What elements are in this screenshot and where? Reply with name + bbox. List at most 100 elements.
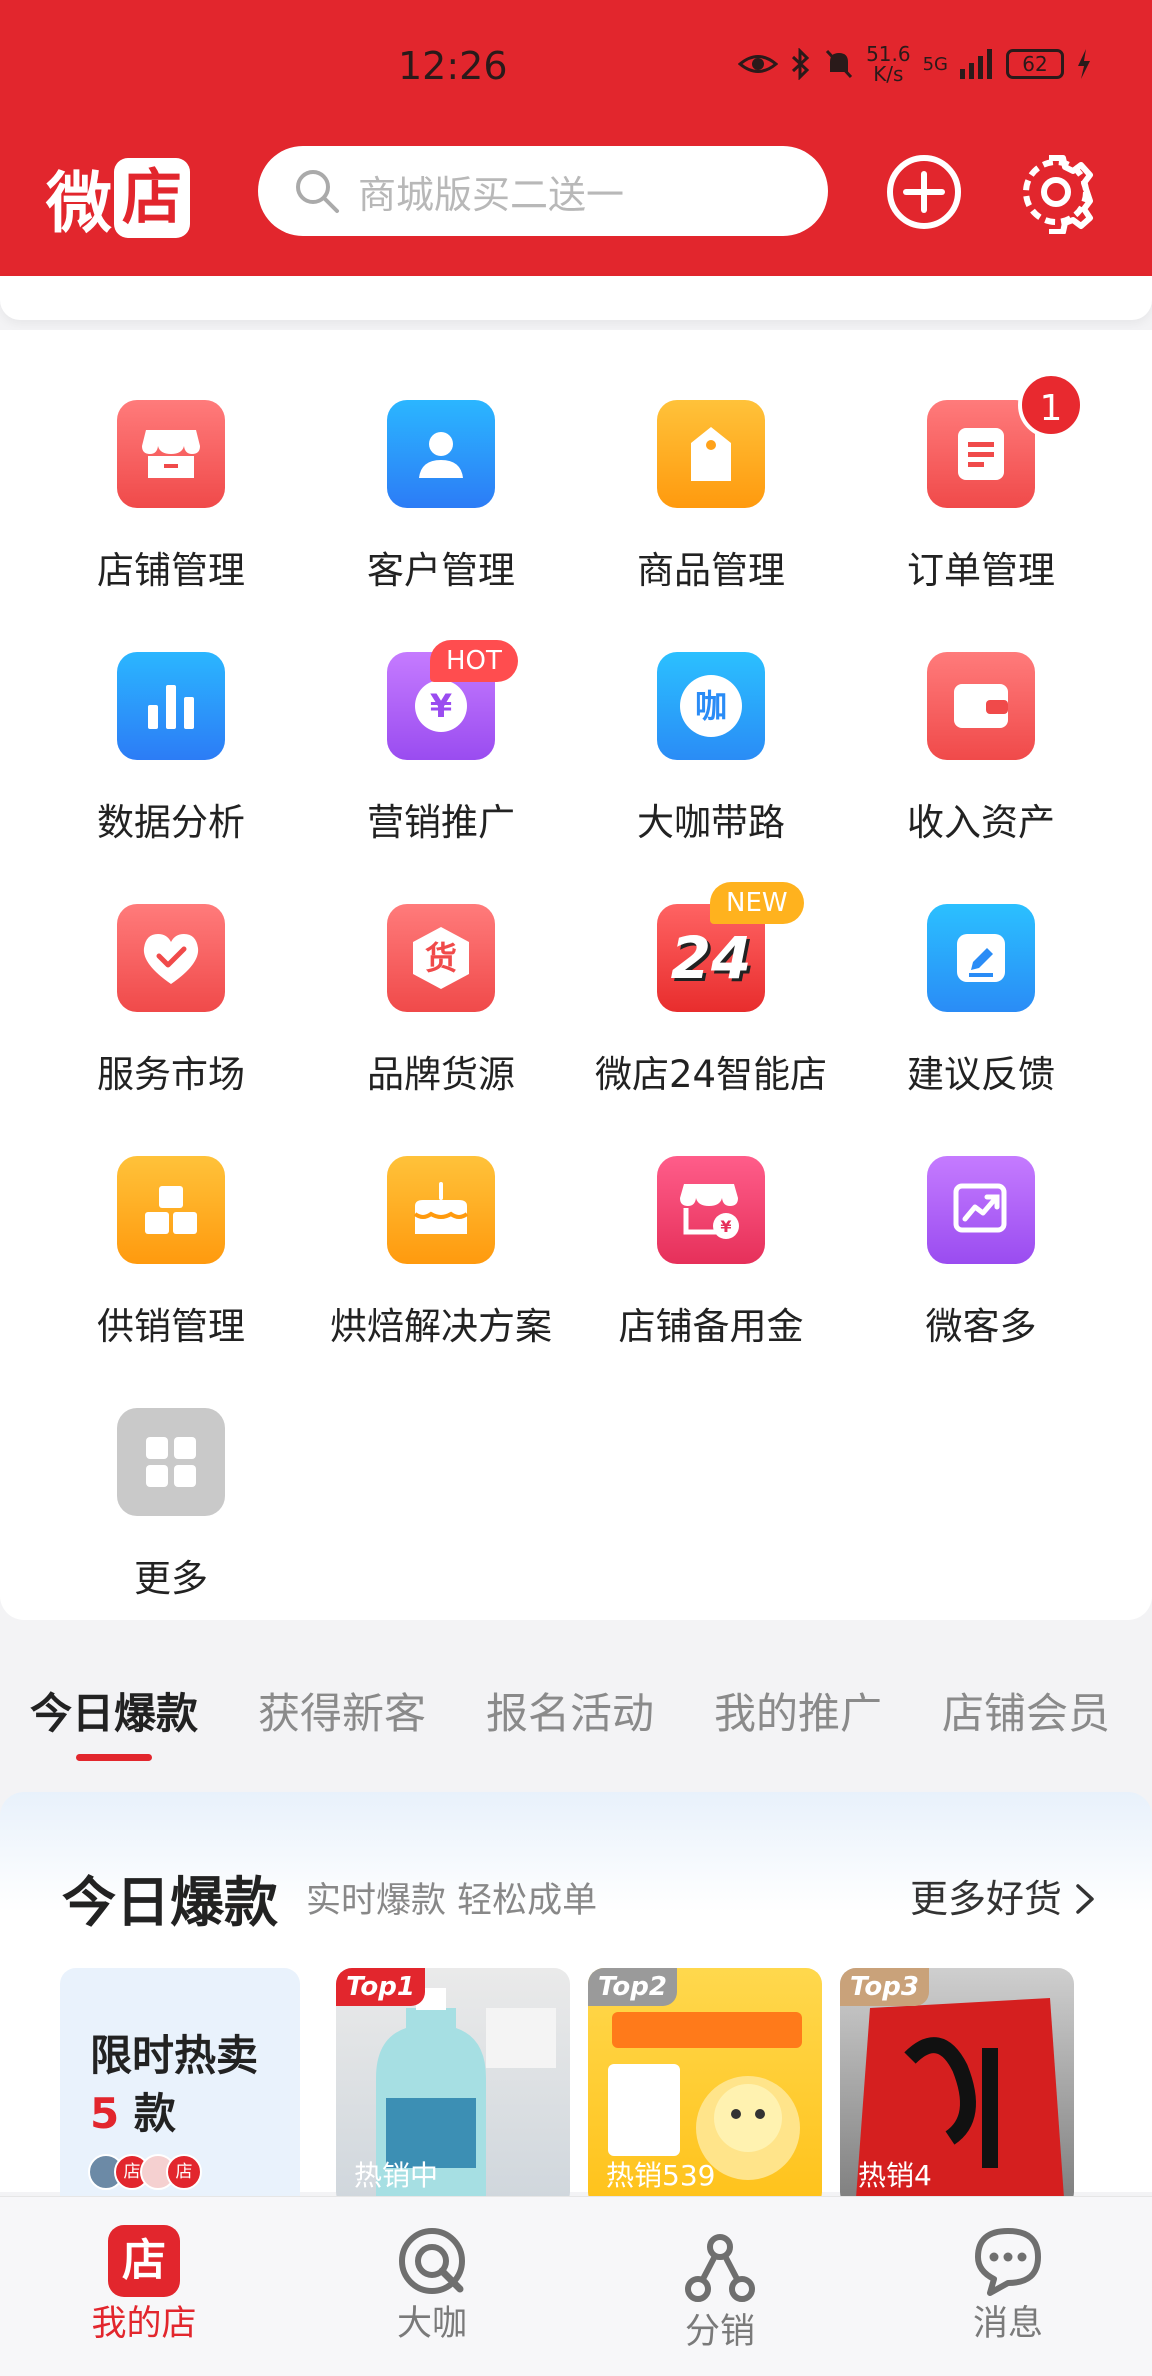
bluetooth-icon bbox=[792, 48, 810, 80]
flash-sale-card[interactable]: 限时热卖 5 款 店 店 bbox=[60, 1968, 300, 2218]
bottom-nav: 店 我的店 大咖 分销 消息 bbox=[0, 2196, 1152, 2376]
status-icons: 51.6 K/s 5G 62 bbox=[738, 44, 1092, 84]
grid-item-label: 烘焙解决方案 bbox=[330, 1305, 552, 1348]
product-card-top1[interactable]: Top1 热销中 bbox=[336, 1968, 570, 2208]
nav-label: 消息 bbox=[972, 2304, 1043, 2344]
grid-item-more[interactable]: 更多 bbox=[36, 1338, 306, 1600]
tab-new-customers[interactable]: 获得新客 bbox=[258, 1680, 426, 1741]
nav-distribution[interactable]: 分销 bbox=[600, 2197, 840, 2376]
grid-item-brand-supply[interactable]: 货 品牌货源 bbox=[306, 834, 576, 1096]
net-speed: 51.6 K/s bbox=[866, 42, 911, 86]
content-tabs: 今日爆款 获得新客 报名活动 我的推广 店铺会员 bbox=[0, 1680, 1152, 1760]
charging-icon bbox=[1078, 49, 1090, 79]
tag-icon bbox=[657, 400, 765, 508]
bar-chart-icon bbox=[117, 652, 225, 760]
grid-item-weikeduo[interactable]: 微客多 bbox=[846, 1086, 1116, 1348]
grid-item-label: 更多 bbox=[134, 1557, 208, 1600]
search-placeholder: 商城版买二送一 bbox=[358, 172, 625, 217]
rank-badge: Top1 bbox=[336, 1968, 425, 2006]
nav-messages[interactable]: 消息 bbox=[888, 2197, 1128, 2376]
document-icon bbox=[927, 400, 1035, 508]
signal-icon bbox=[960, 49, 992, 79]
avatar: 店 bbox=[166, 2154, 202, 2190]
boxes-icon bbox=[117, 1156, 225, 1264]
grid-item-marketing[interactable]: ¥ 营销推广 bbox=[306, 582, 576, 844]
wallet-icon bbox=[927, 652, 1035, 760]
product-caption: 热销4 bbox=[858, 2159, 932, 2192]
user-icon bbox=[387, 400, 495, 508]
battery-icon: 62 bbox=[1006, 49, 1064, 79]
header: 12:26 51.6 K/s 5G 62 微 店 商城版买二送一 bbox=[0, 0, 1152, 276]
tab-store-members[interactable]: 店铺会员 bbox=[942, 1680, 1110, 1741]
nav-label: 大咖 bbox=[396, 2304, 467, 2344]
logo-wei: 微 bbox=[46, 165, 112, 242]
product-card-top3[interactable]: Top3 热销4 bbox=[840, 1968, 1074, 2208]
gear-icon[interactable] bbox=[1014, 150, 1098, 234]
status-bar: 12:26 51.6 K/s 5G 62 bbox=[0, 0, 1152, 130]
grid-item-product-manage[interactable]: 商品管理 bbox=[576, 330, 846, 592]
grid-item-daka-guide[interactable]: 咖 大咖带路 bbox=[576, 582, 846, 844]
pen-icon bbox=[927, 904, 1035, 1012]
rank-badge: Top3 bbox=[840, 1968, 929, 2006]
add-circle-icon[interactable] bbox=[882, 150, 966, 234]
search-icon bbox=[296, 170, 339, 213]
flash-sale-title: 限时热卖 bbox=[90, 2031, 259, 2080]
grid-item-income-assets[interactable]: 收入资产 bbox=[846, 582, 1116, 844]
nav-label: 我的店 bbox=[91, 2304, 197, 2344]
svg-text:¥: ¥ bbox=[720, 1217, 731, 1236]
daka-glyph: 咖 bbox=[680, 675, 742, 737]
flash-sale-count: 5 款 bbox=[90, 2089, 176, 2138]
hot-tag: HOT bbox=[430, 640, 518, 682]
share-icon bbox=[685, 2234, 755, 2302]
eye-icon bbox=[738, 55, 779, 73]
heart-icon bbox=[117, 904, 225, 1012]
active-tab-indicator bbox=[76, 1754, 152, 1761]
grid-item-order-manage[interactable]: 订单管理 bbox=[846, 330, 1116, 592]
grid-item-store-manage[interactable]: 店铺管理 bbox=[36, 330, 306, 592]
grid-item-customer-manage[interactable]: 客户管理 bbox=[306, 330, 576, 592]
hexagon-icon: 货 bbox=[387, 904, 495, 1012]
chevron-right-icon bbox=[1076, 1884, 1094, 1914]
search-bar[interactable]: 商城版买二送一 bbox=[258, 146, 828, 236]
grid-item-feedback[interactable]: 建议反馈 bbox=[846, 834, 1116, 1096]
daka-icon bbox=[399, 2228, 465, 2294]
grid-item-weidian24[interactable]: 24 微店24智能店 bbox=[576, 834, 846, 1096]
tab-today-hot[interactable]: 今日爆款 bbox=[30, 1680, 198, 1741]
product-caption: 热销539 bbox=[606, 2159, 716, 2192]
grid-item-label: 店铺备用金 bbox=[618, 1305, 804, 1348]
rank-badge: Top2 bbox=[588, 1968, 677, 2006]
hot-subtitle: 实时爆款 轻松成单 bbox=[306, 1881, 598, 1921]
network-type: 5G bbox=[922, 53, 948, 75]
tab-my-promotion[interactable]: 我的推广 bbox=[714, 1680, 882, 1741]
grid-item-store-reserve[interactable]: ¥ 店铺备用金 bbox=[576, 1086, 846, 1348]
store-icon: 店 bbox=[108, 2225, 180, 2297]
svg-text:¥: ¥ bbox=[430, 687, 452, 725]
nav-daka[interactable]: 大咖 bbox=[312, 2197, 552, 2376]
product-card-top2[interactable]: Top2 热销539 bbox=[588, 1968, 822, 2208]
tab-signup-events[interactable]: 报名活动 bbox=[486, 1680, 654, 1741]
nav-label: 分销 bbox=[684, 2312, 755, 2352]
more-grid-icon bbox=[117, 1408, 225, 1516]
message-icon bbox=[975, 2228, 1041, 2296]
nav-my-store[interactable]: 店 我的店 bbox=[24, 2197, 264, 2376]
grid-item-baking-solution[interactable]: 烘焙解决方案 bbox=[306, 1086, 576, 1348]
trend-icon bbox=[927, 1156, 1035, 1264]
logo-dian: 店 bbox=[114, 158, 190, 238]
mute-bell-icon bbox=[825, 49, 853, 79]
status-time: 12:26 bbox=[398, 44, 508, 88]
grid-item-service-market[interactable]: 服务市场 bbox=[36, 834, 306, 1096]
weidian-logo: 微 店 bbox=[46, 150, 190, 246]
hot-title: 今日爆款 bbox=[62, 1871, 278, 1934]
more-goods-link[interactable]: 更多好货 bbox=[910, 1868, 1096, 1923]
function-grid-panel: 店铺管理 客户管理 商品管理 订单管理 数据分析 ¥ 营销推广 咖 大咖带路 收… bbox=[0, 330, 1152, 1620]
weidian24-glyph: 24 bbox=[670, 924, 752, 992]
supply-glyph: 货 bbox=[424, 939, 457, 977]
grid-item-data-analysis[interactable]: 数据分析 bbox=[36, 582, 306, 844]
cake-icon bbox=[387, 1156, 495, 1264]
store-icon bbox=[117, 400, 225, 508]
grid-item-supply-manage[interactable]: 供销管理 bbox=[36, 1086, 306, 1348]
chat-bubble-icon: 咖 bbox=[657, 652, 765, 760]
hot-section: 今日爆款 实时爆款 轻松成单 更多好货 限时热卖 5 款 店 店 Top1 热销… bbox=[0, 1792, 1152, 2218]
panel-top-strip bbox=[0, 276, 1152, 320]
grid-item-label: 微客多 bbox=[925, 1305, 1037, 1348]
